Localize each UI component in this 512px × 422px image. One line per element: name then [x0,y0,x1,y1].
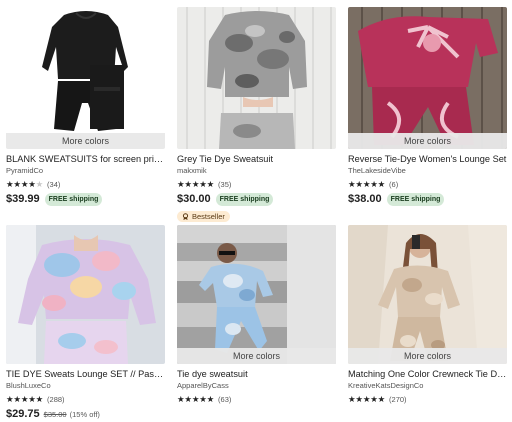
original-price: $35.00 [43,409,67,419]
review-count: (288) [47,394,65,404]
product-title[interactable]: TIE DYE Sweats Lounge SET // Pastel Tie … [6,368,165,381]
product-image[interactable] [177,7,336,149]
star-icon: ★ [177,394,185,404]
bestseller-badge: Bestseller [177,211,230,222]
star-icon: ★ [184,394,192,404]
free-shipping-badge: FREE shipping [386,192,445,206]
star-icon: ★ [348,394,356,404]
sale-price: $29.75 [6,408,40,420]
review-count: (34) [47,179,61,189]
star-icon: ★ [206,394,215,404]
star-icon: ★ [199,179,207,189]
rating: ★ ★ ★ ★ ★ (35) [177,178,336,190]
star-icon: ★ [6,394,14,404]
free-shipping-badge: FREE shipping [215,192,274,206]
star-icon: ★ [348,179,356,189]
more-colors-button[interactable]: More colors [6,133,165,149]
product-grid: More colors BLANK SWEATSUITS for screen … [6,7,507,420]
price: $30.00 [177,193,211,205]
more-colors-button[interactable]: More colors [348,348,507,364]
product-card[interactable]: More colors Reverse Tie-Dye Women's Loun… [348,7,507,207]
star-rating: ★ ★ ★ ★ ★ [6,394,43,404]
price: $38.00 [348,193,382,205]
price-row: $29.75 $35.00 (15% off) [6,406,165,422]
bestseller-ribbon-icon [182,213,189,220]
rating: ★ ★ ★ ★ ★ (288) [6,393,165,405]
star-rating: ★ ★ ★ ★ ★ [177,179,214,189]
product-title[interactable]: Tie dye sweatsuit [177,368,336,381]
shop-name: BlushLuxeCo [6,381,51,390]
star-icon: ★ [184,179,192,189]
star-icon: ★ [35,179,44,189]
star-icon: ★ [13,179,21,189]
star-icon: ★ [28,394,36,404]
product-card[interactable]: TIE DYE Sweats Lounge SET // Pastel Tie … [6,225,165,422]
product-image[interactable]: More colors [6,7,165,149]
discount-label: (15% off) [69,409,100,419]
shop-name: PyramidCo [6,166,44,175]
product-card[interactable]: More colors Matching One Color Crewneck … [348,225,507,405]
product-card[interactable]: More colors Tie dye sweatsuit ApparelByC… [177,225,336,405]
star-rating: ★ ★ ★ ★ ★ [6,179,43,189]
star-rating: ★ ★ ★ ★ ★ [348,394,385,404]
star-icon: ★ [199,394,207,404]
star-icon: ★ [362,394,371,404]
star-icon: ★ [28,179,36,189]
star-rating: ★ ★ ★ ★ ★ [177,394,214,404]
star-icon: ★ [35,394,44,404]
shop-name: KreativeKatsDesignCo [348,381,424,390]
review-count: (6) [389,179,399,189]
price-row: $38.00 FREE shipping [348,191,507,207]
star-icon: ★ [355,394,363,404]
star-icon: ★ [377,179,386,189]
price-row: $39.99 FREE shipping [6,191,165,207]
rating: ★ ★ ★ ★ ★ (6) [348,178,507,190]
star-icon: ★ [177,179,185,189]
star-icon: ★ [20,179,29,189]
star-icon: ★ [6,179,14,189]
price: $39.99 [6,193,40,205]
more-colors-button[interactable]: More colors [177,348,336,364]
product-card[interactable]: More colors BLANK SWEATSUITS for screen … [6,7,165,207]
free-shipping-badge: FREE shipping [44,192,103,206]
review-count: (63) [218,394,232,404]
product-image[interactable]: More colors [348,225,507,364]
product-image[interactable]: More colors [348,7,507,149]
product-title[interactable]: Grey Tie Dye Sweatsuit [177,153,336,166]
shop-name: ApparelByCass [177,381,229,390]
product-title[interactable]: BLANK SWEATSUITS for screen printing [6,153,165,166]
price-row: $30.00 FREE shipping [177,191,336,207]
product-image[interactable]: More colors [177,225,336,364]
star-icon: ★ [191,179,200,189]
product-title[interactable]: Matching One Color Crewneck Tie Dye Set [348,368,507,381]
bestseller-label: Bestseller [192,212,225,221]
review-count: (35) [218,179,232,189]
star-icon: ★ [362,179,371,189]
shop-name: makxmik [177,166,207,175]
star-icon: ★ [377,394,386,404]
star-rating: ★ ★ ★ ★ ★ [348,179,385,189]
star-icon: ★ [13,394,21,404]
star-icon: ★ [206,179,215,189]
product-title[interactable]: Reverse Tie-Dye Women's Lounge Set [348,153,507,166]
product-image[interactable] [6,225,165,364]
star-icon: ★ [191,394,200,404]
review-count: (270) [389,394,407,404]
star-icon: ★ [20,394,29,404]
rating: ★ ★ ★ ★ ★ (270) [348,393,507,405]
rating: ★ ★ ★ ★ ★ (34) [6,178,165,190]
shop-name: TheLakesideVibe [348,166,406,175]
star-icon: ★ [355,179,363,189]
rating: ★ ★ ★ ★ ★ (63) [177,393,336,405]
product-card[interactable]: Grey Tie Dye Sweatsuit makxmik ★ ★ ★ ★ ★ (35… [177,7,336,225]
star-icon: ★ [370,179,378,189]
more-colors-button[interactable]: More colors [348,133,507,149]
star-icon: ★ [370,394,378,404]
